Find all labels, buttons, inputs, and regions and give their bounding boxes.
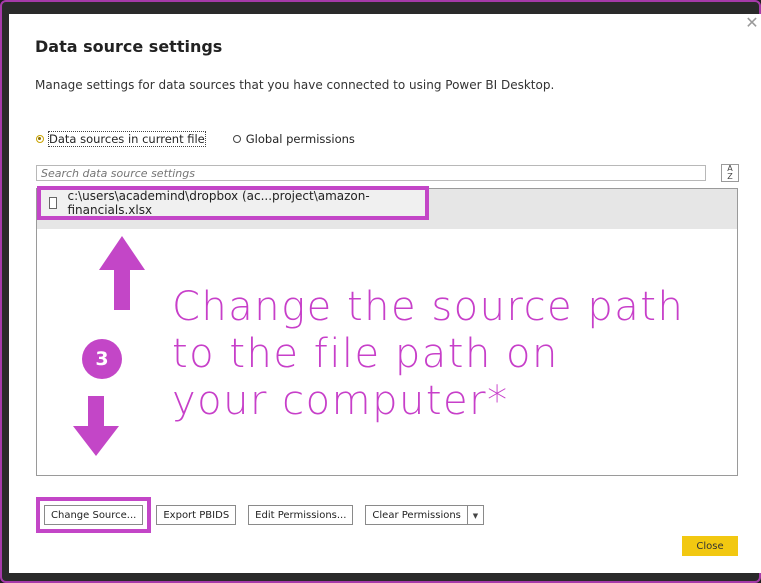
file-icon xyxy=(49,197,58,209)
clear-permissions-button[interactable]: Clear Permissions xyxy=(365,505,468,525)
action-button-row: Change Source... Export PBIDS Edit Permi… xyxy=(36,497,484,533)
data-source-path: c:\users\academind\dropbox (ac...project… xyxy=(67,189,370,217)
radio-global-permissions[interactable]: Global permissions xyxy=(232,132,355,146)
edit-permissions-button[interactable]: Edit Permissions... xyxy=(248,505,354,525)
chevron-down-icon[interactable]: ▼ xyxy=(467,505,484,525)
list-item[interactable]: c:\users\academind\dropbox (ac...project… xyxy=(37,186,429,220)
close-icon[interactable]: ✕ xyxy=(745,15,759,31)
dialog-title: Data source settings xyxy=(35,37,223,56)
change-source-button[interactable]: Change Source... xyxy=(44,505,144,525)
sort-bottom-letter: Z xyxy=(727,172,733,181)
annotation-line-2: to the file path on xyxy=(172,331,559,377)
search-input[interactable] xyxy=(36,165,706,181)
scope-radio-group: Data sources in current file Global perm… xyxy=(36,131,383,147)
arrow-down-annotation xyxy=(73,396,119,456)
close-button[interactable]: Close xyxy=(682,536,738,556)
radio-current-file-label: Data sources in current file xyxy=(48,131,206,147)
radio-selected-icon xyxy=(36,135,44,143)
change-source-highlight: Change Source... xyxy=(36,497,152,533)
annotation-line-1: Change the source path xyxy=(172,284,685,330)
annotation-text: Change the source path to the file path … xyxy=(172,284,684,425)
annotation-line-3: your computer* xyxy=(172,378,509,424)
radio-global-permissions-label: Global permissions xyxy=(245,132,355,146)
step-number-badge: 3 xyxy=(82,339,122,379)
clear-permissions-split-button: Clear Permissions ▼ xyxy=(365,505,484,525)
data-source-settings-dialog: ✕ Data source settings Manage settings f… xyxy=(9,14,761,573)
dialog-subtitle: Manage settings for data sources that yo… xyxy=(35,78,555,92)
export-pbids-button[interactable]: Export PBIDS xyxy=(156,505,237,525)
radio-unselected-icon xyxy=(232,135,241,143)
arrow-up-annotation xyxy=(99,236,145,310)
sort-az-icon[interactable]: A Z xyxy=(721,164,739,182)
radio-current-file[interactable]: Data sources in current file xyxy=(36,131,206,147)
